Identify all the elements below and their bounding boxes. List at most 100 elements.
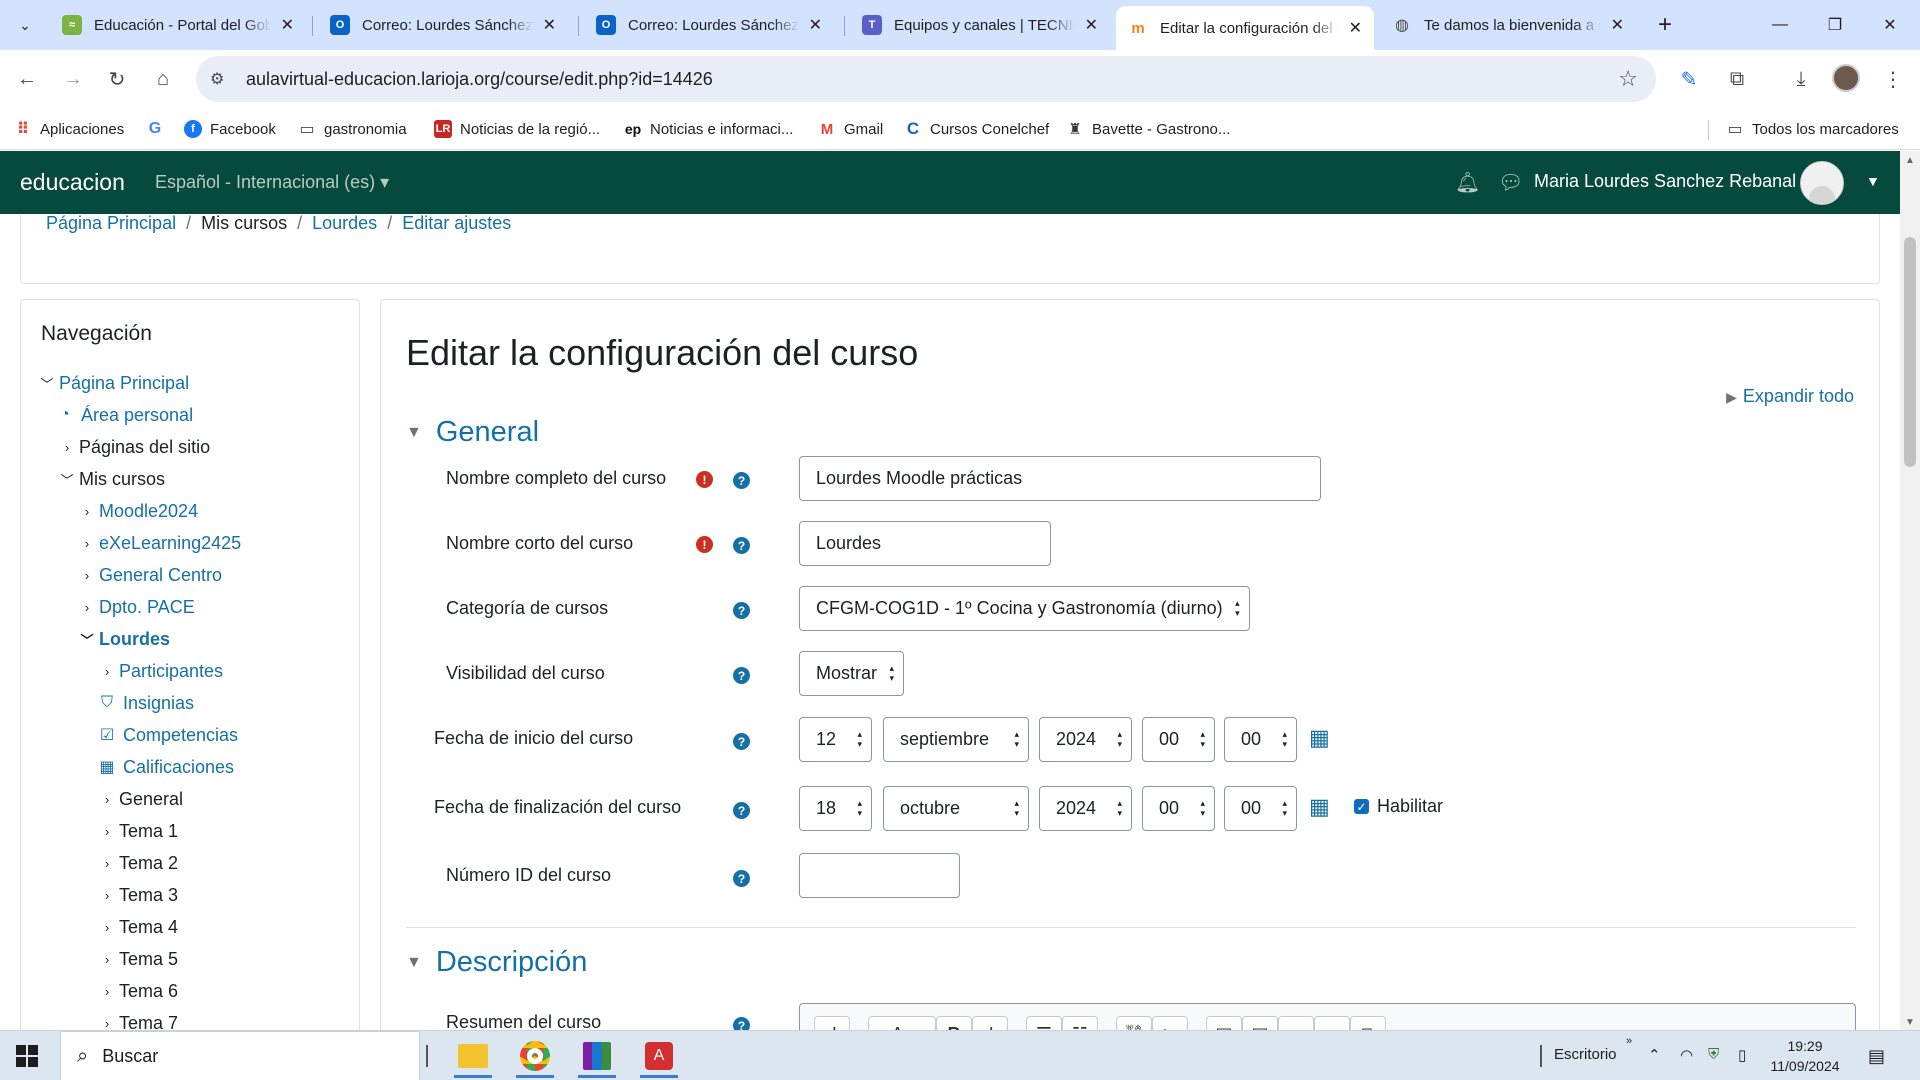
- editor-numbered-list-icon[interactable]: ☷: [1062, 1016, 1098, 1030]
- start-day-select[interactable]: 12: [799, 717, 872, 762]
- extensions-icon[interactable]: ⧉: [1722, 64, 1752, 94]
- calendar-icon[interactable]: ▦: [1309, 794, 1330, 820]
- start-year-select[interactable]: 2024: [1039, 717, 1132, 762]
- user-name[interactable]: Maria Lourdes Sanchez Rebanal: [1534, 171, 1796, 192]
- end-year-select[interactable]: 2024: [1039, 786, 1132, 831]
- editor-link-icon[interactable]: ⛓: [1116, 1016, 1152, 1030]
- close-tab-icon[interactable]: ✕: [1611, 15, 1624, 35]
- nav-tema-6[interactable]: › Tema 6: [97, 978, 178, 1004]
- editor-font-style-icon[interactable]: A▾: [868, 1016, 936, 1030]
- help-icon[interactable]: ?: [733, 667, 750, 684]
- tab-correo-2[interactable]: O Correo: Lourdes Sánchez Rebanal ✕: [584, 8, 834, 42]
- nav-participantes[interactable]: › Participantes: [97, 658, 223, 684]
- tab-teams[interactable]: T Equipos y canales | TECNICOS ✕: [850, 8, 1110, 42]
- nav-tema-1[interactable]: › Tema 1: [97, 818, 178, 844]
- nav-tema-5[interactable]: › Tema 5: [97, 946, 178, 972]
- bookmark-star-icon[interactable]: ☆: [1618, 66, 1638, 92]
- download-icon[interactable]: ⤓: [1786, 64, 1816, 94]
- close-tab-icon[interactable]: ✕: [1349, 18, 1362, 38]
- end-hour-select[interactable]: 00: [1142, 786, 1215, 831]
- bookmark-aplicaciones[interactable]: ⠿ Aplicaciones: [14, 116, 124, 142]
- help-icon[interactable]: ?: [733, 802, 750, 819]
- user-avatar[interactable]: [1800, 161, 1844, 205]
- wifi-icon[interactable]: ◠: [1680, 1046, 1693, 1064]
- bookmark-all-bookmarks[interactable]: ▭ Todos los marcadores: [1726, 116, 1898, 142]
- home-icon[interactable]: ⌂: [148, 64, 178, 94]
- end-minute-select[interactable]: 00: [1224, 786, 1297, 831]
- battery-icon[interactable]: ▯: [1738, 1046, 1746, 1064]
- help-icon[interactable]: ?: [733, 602, 750, 619]
- close-tab-icon[interactable]: ✕: [543, 15, 556, 35]
- calendar-icon[interactable]: ▦: [1309, 725, 1330, 751]
- windows-start-icon[interactable]: [16, 1045, 38, 1067]
- menu-kebab-icon[interactable]: ⋮: [1878, 64, 1908, 94]
- messages-chat-icon[interactable]: 💬︎: [1498, 170, 1523, 195]
- close-tab-icon[interactable]: ✕: [1085, 15, 1098, 35]
- nav-general-centro[interactable]: › General Centro: [77, 562, 222, 588]
- nav-tema-3[interactable]: › Tema 3: [97, 882, 178, 908]
- new-tab-button[interactable]: +: [1650, 10, 1680, 40]
- tab-bienvenida-chrome[interactable]: ◍ Te damos la bienvenida a Chrome ✕: [1380, 8, 1636, 42]
- fullname-input[interactable]: Lourdes Moodle prácticas: [799, 456, 1321, 501]
- pen-extension-icon[interactable]: ✎: [1674, 64, 1704, 94]
- nav-tema-2[interactable]: › Tema 2: [97, 850, 178, 876]
- nav-insignias[interactable]: ⛉ Insignias: [97, 690, 194, 716]
- nav-competencias[interactable]: ☑ Competencias: [97, 722, 238, 748]
- bookmark-facebook[interactable]: f Facebook: [184, 116, 276, 142]
- close-tab-icon[interactable]: ✕: [809, 15, 822, 35]
- help-icon[interactable]: ?: [733, 1017, 750, 1030]
- breadcrumb-lourdes[interactable]: Lourdes: [312, 214, 377, 234]
- scroll-up-icon[interactable]: ▲: [1905, 155, 1915, 166]
- task-view-icon[interactable]: [426, 1045, 428, 1067]
- back-icon[interactable]: ←: [12, 64, 42, 94]
- taskbar-clock[interactable]: 19:29 11/09/2024: [1760, 1036, 1850, 1076]
- editor-image-icon[interactable]: ▣: [1206, 1016, 1242, 1030]
- bookmark-bavette[interactable]: ♜ Bavette - Gastrono...: [1066, 116, 1230, 142]
- security-shield-icon[interactable]: ⛨: [1708, 1046, 1719, 1063]
- idnumber-input[interactable]: [799, 853, 960, 898]
- category-select[interactable]: CFGM-COG1D - 1º Cocina y Gastronomía (di…: [799, 586, 1250, 631]
- reload-icon[interactable]: ↻: [102, 64, 132, 94]
- nav-pagina-principal[interactable]: ﹀ Página Principal: [37, 370, 189, 396]
- bookmark-gastronomia[interactable]: ▭ gastronomia: [298, 116, 406, 142]
- scrollbar-thumb[interactable]: [1904, 237, 1916, 467]
- start-minute-select[interactable]: 00: [1224, 717, 1297, 762]
- enable-enddate-checkbox[interactable]: ✓ Habilitar: [1354, 796, 1443, 817]
- minimize-icon[interactable]: —: [1750, 0, 1810, 50]
- taskbar-acrobat[interactable]: A: [632, 1034, 686, 1078]
- start-hour-select[interactable]: 00: [1142, 717, 1215, 762]
- taskbar-winrar[interactable]: [570, 1034, 624, 1078]
- tab-correo-1[interactable]: O Correo: Lourdes Sánchez Rebanal ✕: [318, 8, 568, 42]
- nav-dpto-pace[interactable]: › Dpto. PACE: [77, 594, 195, 620]
- end-month-select[interactable]: octubre: [883, 786, 1029, 831]
- nav-mis-cursos[interactable]: ﹀ Mis cursos: [57, 466, 165, 492]
- editor-unlink-icon[interactable]: ✂: [1152, 1016, 1188, 1030]
- help-icon[interactable]: ?: [733, 537, 750, 554]
- tab-search-button[interactable]: ⌄: [10, 10, 40, 40]
- help-icon[interactable]: ?: [733, 472, 750, 489]
- nav-moodle2024[interactable]: › Moodle2024: [77, 498, 198, 524]
- editor-bullet-list-icon[interactable]: ☰: [1026, 1016, 1062, 1030]
- visibility-select[interactable]: Mostrar: [799, 651, 905, 696]
- breadcrumb-editar-ajustes[interactable]: Editar ajustes: [402, 214, 511, 234]
- language-menu[interactable]: Español - Internacional (es) ▾: [155, 172, 389, 193]
- forward-icon[interactable]: →: [58, 64, 88, 94]
- start-month-select[interactable]: septiembre: [883, 717, 1029, 762]
- editor-italic-icon[interactable]: I: [972, 1016, 1008, 1030]
- editor-toggle-icon[interactable]: ⅃: [814, 1016, 850, 1030]
- page-scrollbar[interactable]: ▲ ▼: [1900, 151, 1920, 1030]
- nav-lourdes[interactable]: ﹀ Lourdes: [77, 626, 170, 652]
- shortname-input[interactable]: Lourdes: [799, 521, 1051, 566]
- notifications-bell-icon[interactable]: 🔔︎: [1455, 170, 1480, 195]
- tab-editar-configuracion[interactable]: m Editar la configuración del curso ✕: [1116, 6, 1374, 50]
- breadcrumb-pagina-principal[interactable]: Página Principal: [46, 214, 176, 234]
- nav-general[interactable]: › General: [97, 786, 183, 812]
- bookmark-gmail[interactable]: M Gmail: [818, 116, 883, 142]
- bookmark-noticias-region[interactable]: LR Noticias de la regió...: [434, 116, 600, 142]
- nav-tema-4[interactable]: › Tema 4: [97, 914, 178, 940]
- section-general-header[interactable]: ▼ General: [406, 416, 539, 449]
- section-descripcion-header[interactable]: ▼ Descripción: [406, 946, 587, 979]
- notifications-icon[interactable]: ▤: [1868, 1046, 1885, 1067]
- close-window-icon[interactable]: ✕: [1860, 0, 1920, 50]
- site-info-icon[interactable]: ⚙: [210, 69, 238, 89]
